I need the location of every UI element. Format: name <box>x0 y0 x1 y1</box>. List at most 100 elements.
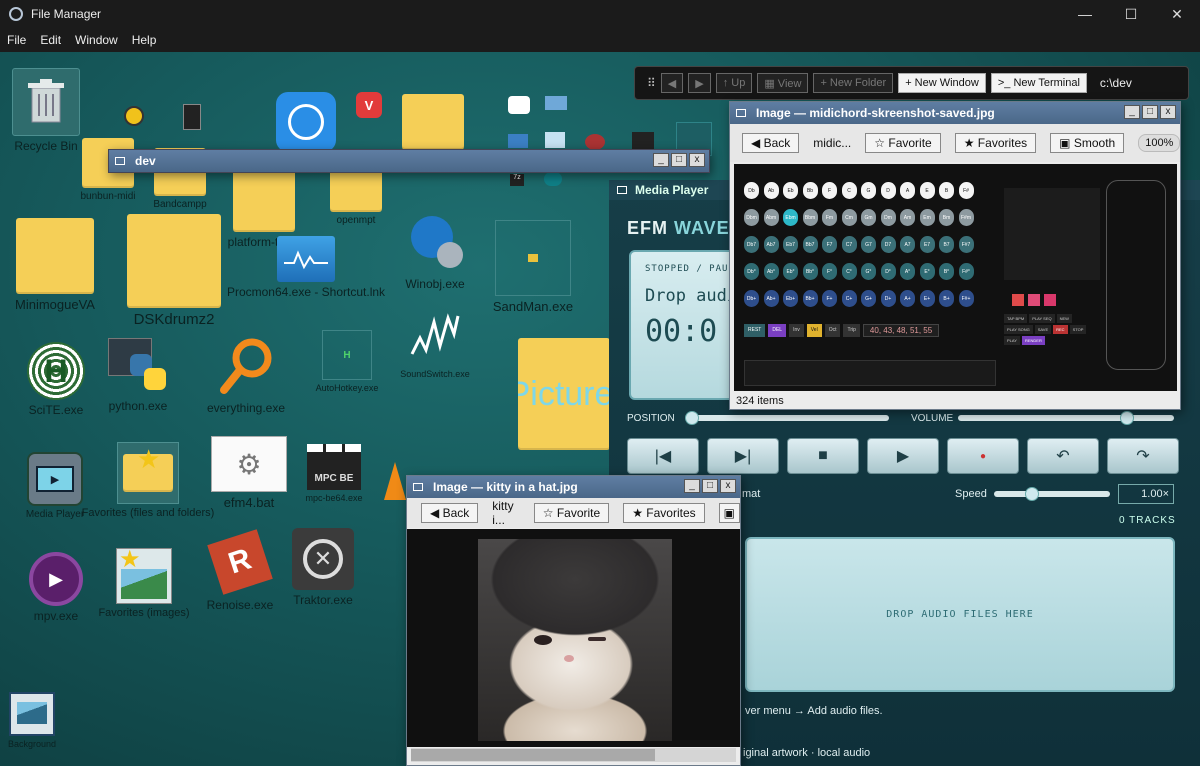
new-folder-button[interactable]: + New Folder <box>813 73 894 93</box>
close-button[interactable]: x <box>720 479 736 493</box>
audio-dropzone[interactable]: DROP AUDIO FILES HERE <box>745 537 1175 692</box>
record-button[interactable]: ● <box>947 438 1019 474</box>
vlc-cone-icon[interactable] <box>384 462 406 500</box>
desktop-icon-mpv[interactable]: ▶ mpv.exe <box>26 552 86 623</box>
toolbar-grip-icon[interactable]: ⠿ <box>647 76 656 90</box>
volume-knob[interactable] <box>1119 411 1134 425</box>
image-viewer-titlebar[interactable]: Image — kitty in a hat.jpg _ □ x <box>407 476 740 498</box>
desktop-icon-autohotkey[interactable]: H AutoHotkey.exe <box>310 330 384 393</box>
menu-file[interactable]: File <box>0 33 33 47</box>
horizontal-scrollbar[interactable] <box>411 748 736 762</box>
menu-window[interactable]: Window <box>68 33 125 47</box>
calculator-icon[interactable] <box>183 104 201 130</box>
back-button[interactable]: ◀ Back <box>742 133 800 153</box>
chord-button: Dm <box>880 209 896 226</box>
app-small-icon[interactable] <box>508 96 530 114</box>
desktop-icon-dskdrumz2[interactable]: DSKdrumz2 <box>124 214 224 328</box>
7zip-icon[interactable]: 7z <box>510 174 524 186</box>
desktop-icon-pictures[interactable]: Pictures <box>518 338 610 450</box>
desktop-icon-recycle-bin[interactable]: Recycle Bin <box>10 68 82 153</box>
image-viewer-titlebar[interactable]: Image — midichord-skreenshot-saved.jpg _… <box>730 102 1180 124</box>
close-button[interactable]: x <box>689 153 705 167</box>
folder-icon[interactable] <box>402 94 464 150</box>
favorites-button[interactable]: ★ Favorites <box>623 503 705 523</box>
desktop-icon-renoise[interactable]: R Renoise.exe <box>200 528 280 612</box>
position-knob[interactable] <box>685 411 699 425</box>
desktop-icon-everything[interactable]: everything.exe <box>206 336 286 415</box>
dev-titlebar[interactable]: dev _ □ x <box>109 150 709 172</box>
stop-button[interactable]: ■ <box>787 438 859 474</box>
desktop-icon-winobj[interactable]: Winobj.exe <box>398 212 472 291</box>
desktop-icon-sandman[interactable]: SandMan.exe <box>488 220 578 314</box>
undo-button[interactable]: ↶ <box>1027 438 1099 474</box>
maximize-button[interactable]: □ <box>1142 105 1158 119</box>
app-small-icon[interactable] <box>585 134 605 150</box>
desktop-icon-favorites-images[interactable]: ★ Favorites (images) <box>88 546 200 619</box>
magnifier-icon <box>220 338 272 394</box>
signal-app-icon[interactable] <box>276 92 336 152</box>
favorite-button[interactable]: ☆ Favorite <box>533 503 610 523</box>
view-button[interactable]: ▦ View <box>757 73 809 93</box>
redo-button[interactable]: ↷ <box>1107 438 1179 474</box>
maximize-button[interactable]: ☐ <box>1108 0 1154 28</box>
vivaldi-icon[interactable]: V <box>356 92 382 118</box>
chord-button: B <box>939 182 954 199</box>
speed-value[interactable]: 1.00× <box>1118 484 1174 504</box>
up-button[interactable]: ↑ Up <box>715 73 753 93</box>
java-app-icon[interactable] <box>124 106 144 126</box>
desktop-icon-favorites-files[interactable]: ★ Favorites (files and folders) <box>78 442 218 519</box>
maximize-button[interactable]: □ <box>671 153 687 167</box>
previous-button[interactable]: |◀ <box>627 438 699 474</box>
position-slider[interactable] <box>685 411 889 425</box>
nav-back-button[interactable]: ◀ <box>660 73 684 93</box>
back-button[interactable]: ◀ Back <box>421 503 479 523</box>
smooth-toggle[interactable]: ▣ Smooth <box>1050 133 1125 153</box>
volume-label: VOLUME <box>911 413 954 424</box>
desktop-icon-procmon[interactable]: Procmon64.exe - Shortcut.lnk <box>226 236 386 299</box>
keyboard-icon[interactable] <box>545 96 567 110</box>
close-button[interactable]: x <box>1160 105 1176 119</box>
desktop-icon-background[interactable]: Background <box>8 692 56 749</box>
smooth-toggle[interactable]: ▣ <box>718 503 740 523</box>
chord-button: Eb7 <box>783 236 798 253</box>
new-terminal-button[interactable]: >_ New Terminal <box>990 73 1087 93</box>
minimize-button[interactable]: _ <box>1124 105 1140 119</box>
nav-forward-button[interactable]: ▶ <box>688 73 711 93</box>
favorite-button[interactable]: ☆ Favorite <box>865 133 941 153</box>
chord-button: Ab° <box>763 263 779 280</box>
scrollbar-thumb[interactable] <box>411 749 655 761</box>
icon-label: bunbun-midi <box>80 191 136 202</box>
chord-button: F# <box>958 182 974 199</box>
maximize-button[interactable]: □ <box>702 479 718 493</box>
mini-button: DEL <box>768 324 787 337</box>
arduino-icon[interactable] <box>544 172 562 186</box>
desktop-icon-efm4-bat[interactable]: ⚙ efm4.bat <box>210 436 288 510</box>
close-button[interactable]: ✕ <box>1154 0 1200 28</box>
play-button[interactable]: ▶ <box>867 438 939 474</box>
desktop-icon-minimoguevA[interactable]: MinimogueVA <box>10 218 100 312</box>
minimize-button[interactable]: _ <box>653 153 669 167</box>
chord-button: F+ <box>822 290 837 307</box>
speed-knob[interactable] <box>1024 487 1039 501</box>
menu-help[interactable]: Help <box>125 33 164 47</box>
icon-label: SoundSwitch.exe <box>400 369 470 379</box>
desktop-icon-soundswitch[interactable]: SoundSwitch.exe <box>396 310 474 379</box>
minimize-button[interactable]: _ <box>684 479 700 493</box>
speed-slider[interactable] <box>994 487 1110 501</box>
favorites-button[interactable]: ★ Favorites <box>954 133 1037 153</box>
chord-button: F#+ <box>958 290 974 307</box>
desktop-icon-python[interactable]: python.exe <box>106 338 170 413</box>
next-button[interactable]: ▶| <box>707 438 779 474</box>
desktop-icon-traktor[interactable]: ✕ Traktor.exe <box>290 528 356 607</box>
desktop-icon-mpc-be[interactable]: MPC BE mpc-be64.exe <box>300 444 368 503</box>
menu-edit[interactable]: Edit <box>33 33 68 47</box>
app-small-icon[interactable] <box>545 132 565 148</box>
desktop-icon-scite[interactable]: H SciTE.exe <box>24 342 88 417</box>
player-footer: iginal artwork · local audio <box>743 747 871 759</box>
chord-button: D <box>880 182 896 199</box>
image-viewer-toolbar: ◀ Back kitty i... ☆ Favorite ★ Favorites… <box>407 498 740 528</box>
minimize-button[interactable]: — <box>1062 0 1108 28</box>
new-window-button[interactable]: + New Window <box>898 73 986 93</box>
app-small-icon[interactable] <box>508 134 528 148</box>
volume-slider[interactable] <box>958 411 1174 425</box>
